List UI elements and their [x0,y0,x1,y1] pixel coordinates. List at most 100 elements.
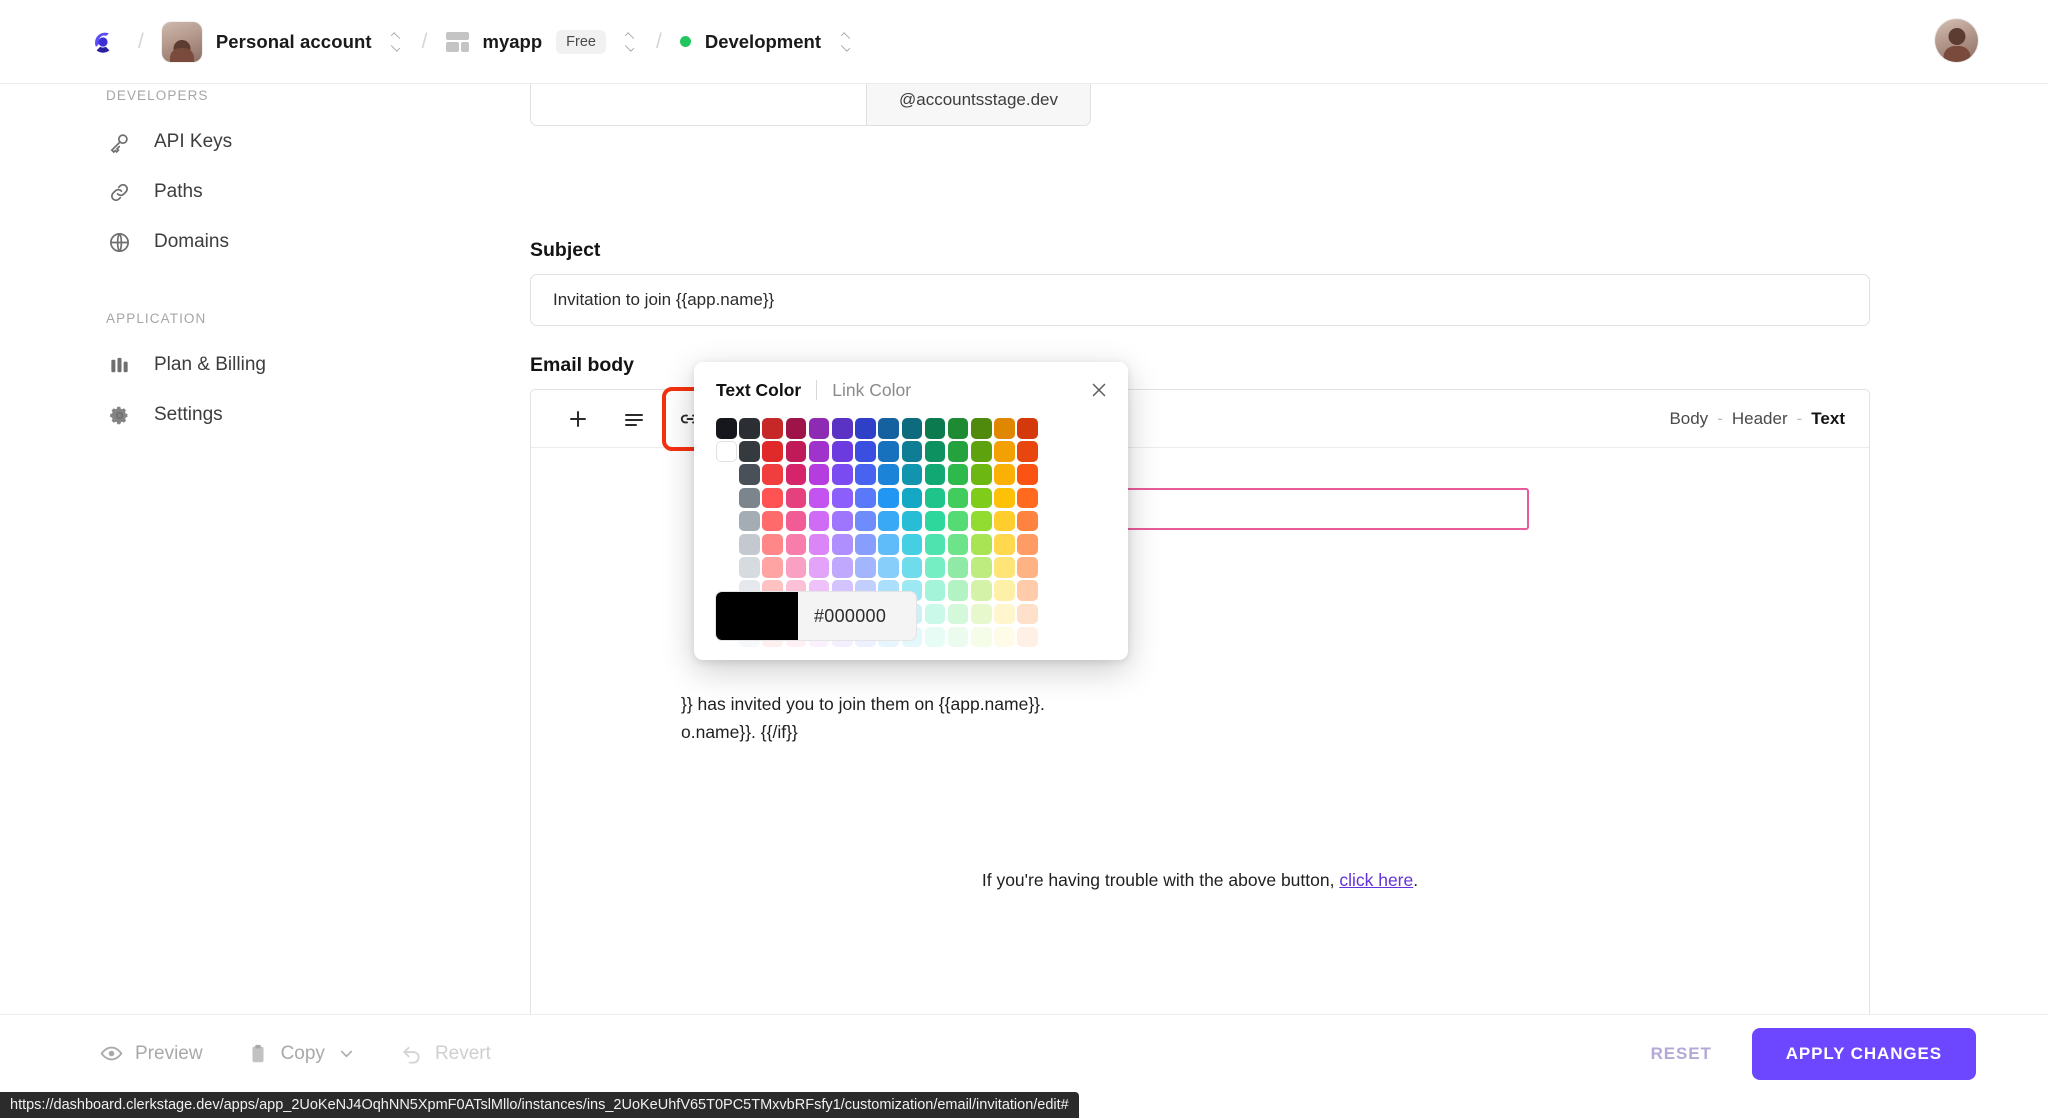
account-switcher-chevron-icon[interactable] [388,29,404,55]
sidebar-item-api-keys[interactable]: API Keys [0,117,520,167]
color-swatch[interactable] [878,441,899,462]
color-swatch[interactable] [947,441,969,462]
color-swatch[interactable] [831,510,853,532]
color-swatch[interactable] [924,533,946,555]
color-swatch[interactable] [716,418,737,439]
color-swatch[interactable] [994,603,1015,625]
color-swatch[interactable] [947,533,969,555]
color-swatch[interactable] [855,418,876,439]
breadcrumb-text[interactable]: Text [1811,409,1845,429]
color-swatch[interactable] [808,533,830,555]
color-swatch[interactable] [808,418,830,439]
from-email-local-input[interactable] [530,84,866,126]
color-swatch[interactable] [762,464,783,485]
color-swatch[interactable] [1017,464,1039,485]
color-swatch[interactable] [971,464,992,485]
color-swatch[interactable] [831,533,853,555]
color-swatch[interactable] [808,464,830,485]
apply-changes-button[interactable]: APPLY CHANGES [1751,1027,1976,1080]
color-swatch[interactable] [901,418,923,439]
color-swatch[interactable] [971,510,992,532]
color-swatch[interactable] [924,603,946,625]
reset-button[interactable]: RESET [1651,1044,1712,1064]
color-swatch[interactable] [762,441,783,462]
chevron-down-icon[interactable] [337,1044,356,1063]
color-swatch[interactable] [994,533,1015,555]
color-swatch[interactable] [785,441,807,462]
color-swatch[interactable] [785,487,807,509]
color-swatch[interactable] [739,557,760,578]
tab-text-color[interactable]: Text Color [716,380,801,401]
color-swatch[interactable] [1017,533,1039,555]
color-swatch[interactable] [762,533,783,555]
color-swatch[interactable] [739,418,760,439]
subject-input[interactable]: Invitation to join {{app.name}} [530,274,1870,326]
color-swatch[interactable] [994,418,1015,439]
color-swatch[interactable] [878,510,899,532]
color-swatch[interactable] [1017,603,1039,625]
color-swatch[interactable] [924,557,946,578]
color-swatch[interactable] [901,487,923,509]
color-swatch[interactable] [855,533,876,555]
color-swatch[interactable] [924,487,946,509]
copy-button[interactable]: Copy [247,1043,356,1065]
revert-button[interactable]: Revert [400,1042,491,1065]
color-swatch[interactable] [1017,626,1039,648]
color-swatch[interactable] [1017,487,1039,509]
color-swatch[interactable] [1017,441,1039,462]
color-swatch[interactable] [855,441,876,462]
color-swatch[interactable] [971,441,992,462]
color-swatch[interactable] [971,603,992,625]
color-swatch[interactable] [1017,418,1039,439]
color-swatch[interactable] [878,464,899,485]
color-swatch[interactable] [1017,580,1039,601]
color-swatch[interactable] [831,487,853,509]
color-swatch[interactable] [994,557,1015,578]
color-swatch[interactable] [971,418,992,439]
color-swatch[interactable] [994,626,1015,648]
color-swatch[interactable] [716,441,737,462]
color-swatch[interactable] [901,510,923,532]
color-swatch[interactable] [924,441,946,462]
color-swatch[interactable] [808,487,830,509]
close-icon[interactable] [1088,379,1110,401]
environment-switcher-chevron-icon[interactable] [837,29,853,55]
color-swatch[interactable] [947,580,969,601]
color-swatch[interactable] [947,487,969,509]
color-swatch[interactable] [855,510,876,532]
preview-button[interactable]: Preview [100,1042,203,1065]
color-swatch[interactable] [855,557,876,578]
color-swatch[interactable] [924,418,946,439]
color-swatch[interactable] [762,557,783,578]
color-swatch[interactable] [1017,510,1039,532]
email-footer-link[interactable]: click here [1339,870,1413,890]
user-avatar[interactable] [1935,19,1978,62]
color-swatch[interactable] [947,510,969,532]
color-swatch[interactable] [739,533,760,555]
color-swatch[interactable] [785,464,807,485]
tab-link-color[interactable]: Link Color [832,380,911,401]
color-swatch[interactable] [808,441,830,462]
color-swatch[interactable] [762,487,783,509]
color-swatch[interactable] [785,510,807,532]
color-swatch[interactable] [831,441,853,462]
color-swatch[interactable] [878,418,899,439]
sidebar-item-domains[interactable]: Domains [0,217,520,267]
clerk-logo-icon[interactable] [86,25,120,59]
color-swatch[interactable] [878,557,899,578]
color-swatch[interactable] [878,487,899,509]
color-swatch[interactable] [947,418,969,439]
align-icon[interactable] [611,396,657,442]
color-swatch[interactable] [855,487,876,509]
color-swatch[interactable] [901,441,923,462]
color-swatch[interactable] [739,441,760,462]
color-swatch[interactable] [947,464,969,485]
color-swatch[interactable] [878,533,899,555]
sidebar-item-settings[interactable]: Settings [0,390,520,440]
color-swatch[interactable] [924,510,946,532]
color-swatch[interactable] [808,510,830,532]
sidebar-item-plan-and-billing[interactable]: Plan & Billing [0,340,520,390]
insert-icon[interactable] [555,396,601,442]
color-swatch[interactable] [739,464,760,485]
color-swatch[interactable] [762,510,783,532]
